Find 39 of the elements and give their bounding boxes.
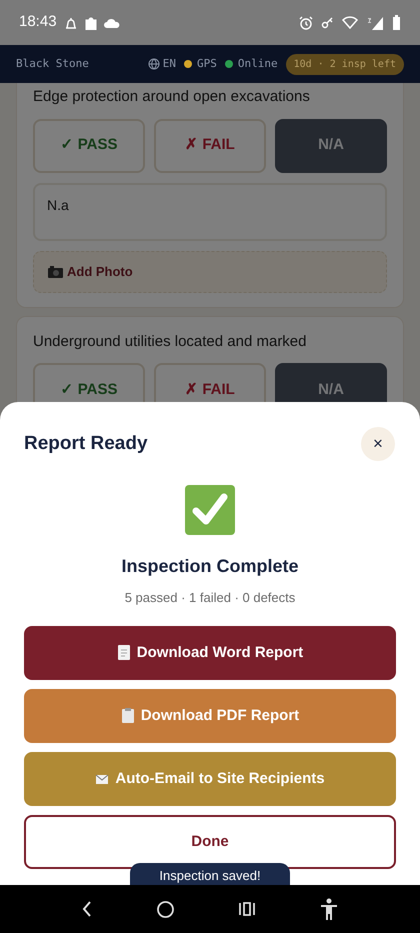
language-label[interactable]: EN [162, 56, 176, 72]
add-photo-button[interactable]: Add Photo [33, 250, 387, 292]
option-button[interactable]: ✓ PASS [33, 118, 145, 172]
accessibility-icon[interactable] [320, 898, 338, 920]
home-icon[interactable] [157, 900, 174, 918]
shopping-bag-icon [84, 16, 97, 30]
recent-apps-icon[interactable] [238, 902, 255, 916]
check-icon [184, 484, 236, 536]
signal-icon [366, 16, 384, 30]
completion-heading: Inspection Complete [121, 556, 299, 576]
key-icon [321, 16, 334, 29]
option-button[interactable]: N/A [275, 118, 387, 172]
notes-field[interactable]: N.a [33, 182, 387, 240]
status-time: 18:43 [19, 12, 57, 32]
action-button[interactable]: Download PDF Report [24, 689, 396, 743]
globe-icon [148, 58, 160, 70]
site-name: Black Stone [16, 56, 89, 72]
trial-badge: 10d · 2 insp left [286, 54, 404, 74]
dialog-title: Report Ready [24, 432, 148, 456]
question-text: Edge protection around open excavations [33, 87, 311, 107]
back-icon[interactable] [82, 901, 92, 917]
result-summary: 5 passed · 1 failed · 0 defects [124, 590, 296, 605]
option-button[interactable]: ✗ FAIL [154, 118, 266, 172]
status-label: Online [238, 56, 278, 72]
alarm-icon [299, 16, 313, 30]
cloud-icon [104, 18, 120, 28]
battery-icon [392, 15, 401, 30]
camera-icon [48, 266, 63, 278]
action-button[interactable]: Auto-Email to Site Recipients [24, 752, 396, 806]
close-button[interactable]: × [361, 427, 395, 461]
question-text: Underground utilities located and marked [33, 332, 308, 352]
wifi-icon [342, 16, 358, 29]
action-button[interactable]: Download Word Report [24, 626, 396, 680]
toast-message: Inspection saved! [159, 867, 261, 885]
action-button[interactable]: Done [24, 815, 396, 869]
status-label: GPS [197, 56, 217, 72]
document-icon [116, 645, 131, 661]
clipboard-icon [120, 708, 135, 724]
bell-icon [64, 16, 78, 30]
